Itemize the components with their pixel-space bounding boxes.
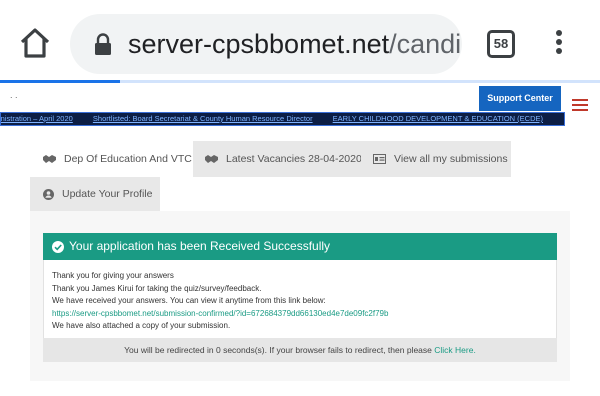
- click-here-link[interactable]: Click Here.: [434, 345, 476, 355]
- tab-label: Update Your Profile: [62, 188, 153, 200]
- tab-view-submissions[interactable]: View all my submissions: [361, 141, 511, 177]
- tab-switcher-button[interactable]: 58: [487, 30, 515, 58]
- ticker-item[interactable]: inistration – April 2020: [1, 114, 73, 123]
- tab-label: View all my submissions: [394, 153, 508, 165]
- url-host: server-cpsbbomet.net: [128, 29, 390, 59]
- message-line: Thank you James Kirui for taking the qui…: [52, 284, 262, 293]
- redirect-notice: You will be redirected in 0 seconds(s). …: [43, 338, 557, 362]
- overflow-menu-icon[interactable]: [552, 30, 566, 58]
- success-message: Your application has been Received Succe…: [69, 239, 331, 253]
- page-load-progress: [0, 80, 600, 83]
- browser-toolbar: server-cpsbbomet.net/candida 58: [0, 0, 600, 82]
- tab-label: Dep Of Education And VTC: [64, 153, 192, 165]
- id-card-icon: [373, 154, 386, 165]
- url-text[interactable]: server-cpsbbomet.net/candida: [128, 26, 462, 62]
- news-ticker: inistration – April 2020 Shortlisted: Bo…: [0, 112, 565, 126]
- redirect-text: You will be redirected in 0 seconds(s). …: [124, 345, 432, 355]
- message-line: We have received your answers. You can v…: [52, 296, 326, 305]
- url-path: /candida: [389, 29, 462, 59]
- header-dots: . .: [10, 90, 18, 100]
- home-icon[interactable]: [18, 26, 52, 60]
- message-line: Thank you for giving your answers: [52, 271, 174, 280]
- tab-latest-vacancies[interactable]: Latest Vacancies 28-04-2020: [193, 141, 362, 177]
- lock-icon[interactable]: [94, 33, 112, 55]
- ticker-item[interactable]: Shortlisted: Board Secretariat & County …: [93, 114, 313, 123]
- ticker-item[interactable]: EARLY CHILDHOOD DEVELOPMENT & EDUCATION …: [333, 114, 543, 123]
- message-line: We have also attached a copy of your sub…: [52, 321, 231, 330]
- tab-label: Latest Vacancies 28-04-2020: [226, 153, 362, 165]
- success-alert: Your application has been Received Succe…: [43, 233, 557, 260]
- handshake-icon: [205, 155, 218, 164]
- page-load-progress-fill: [0, 80, 120, 83]
- handshake-icon: [43, 155, 56, 164]
- check-circle-icon: [52, 241, 64, 253]
- tab-dep-of-education[interactable]: Dep Of Education And VTC: [30, 141, 193, 177]
- address-bar[interactable]: server-cpsbbomet.net/candida: [70, 14, 462, 74]
- user-circle-icon: [43, 188, 54, 200]
- hamburger-menu-icon[interactable]: [572, 99, 588, 111]
- tab-update-profile[interactable]: Update Your Profile: [30, 177, 160, 211]
- support-center-button[interactable]: Support Center: [479, 86, 561, 111]
- submission-link[interactable]: https://server-cpsbbomet.net/submission-…: [52, 309, 388, 319]
